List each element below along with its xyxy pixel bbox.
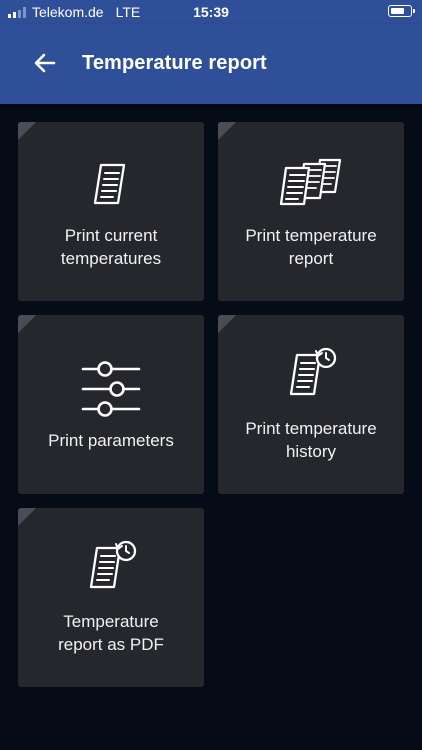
pdf-document-history-icon <box>89 540 137 589</box>
sliders-icon <box>81 361 141 417</box>
status-time: 15:39 <box>193 4 229 20</box>
status-bar: Telekom.de LTE 15:39 <box>0 0 422 24</box>
tile-label: Print parameters <box>48 431 174 450</box>
back-button[interactable] <box>30 50 60 76</box>
tile-corner-mark <box>18 315 36 333</box>
tile-corner-mark <box>218 315 236 333</box>
tile-print-temperature-report[interactable]: Print temperature report <box>218 122 404 301</box>
arrow-left-icon <box>34 53 56 73</box>
documents-stack-icon <box>279 158 342 206</box>
tile-print-parameters[interactable]: Print parameters <box>18 315 204 494</box>
tile-label: Print temperature history <box>245 419 377 461</box>
tile-corner-mark <box>18 122 36 140</box>
tile-print-temperature-history[interactable]: Print temperature history <box>218 315 404 494</box>
tile-temperature-report-as-pdf[interactable]: Temperature report as PDF <box>18 508 204 687</box>
page-title: Temperature report <box>82 52 267 74</box>
tile-label: Temperature report as PDF <box>58 612 164 654</box>
tile-corner-mark <box>218 122 236 140</box>
tile-print-current-temperatures[interactable]: Print current temperatures <box>18 122 204 301</box>
tile-corner-mark <box>18 508 36 526</box>
tile-label: Print current temperatures <box>60 226 162 268</box>
document-icon <box>93 163 126 205</box>
battery-icon <box>388 5 415 17</box>
tile-label: Print temperature report <box>245 226 377 268</box>
document-history-icon <box>289 347 337 396</box>
app-bar: Temperature report <box>0 24 422 104</box>
